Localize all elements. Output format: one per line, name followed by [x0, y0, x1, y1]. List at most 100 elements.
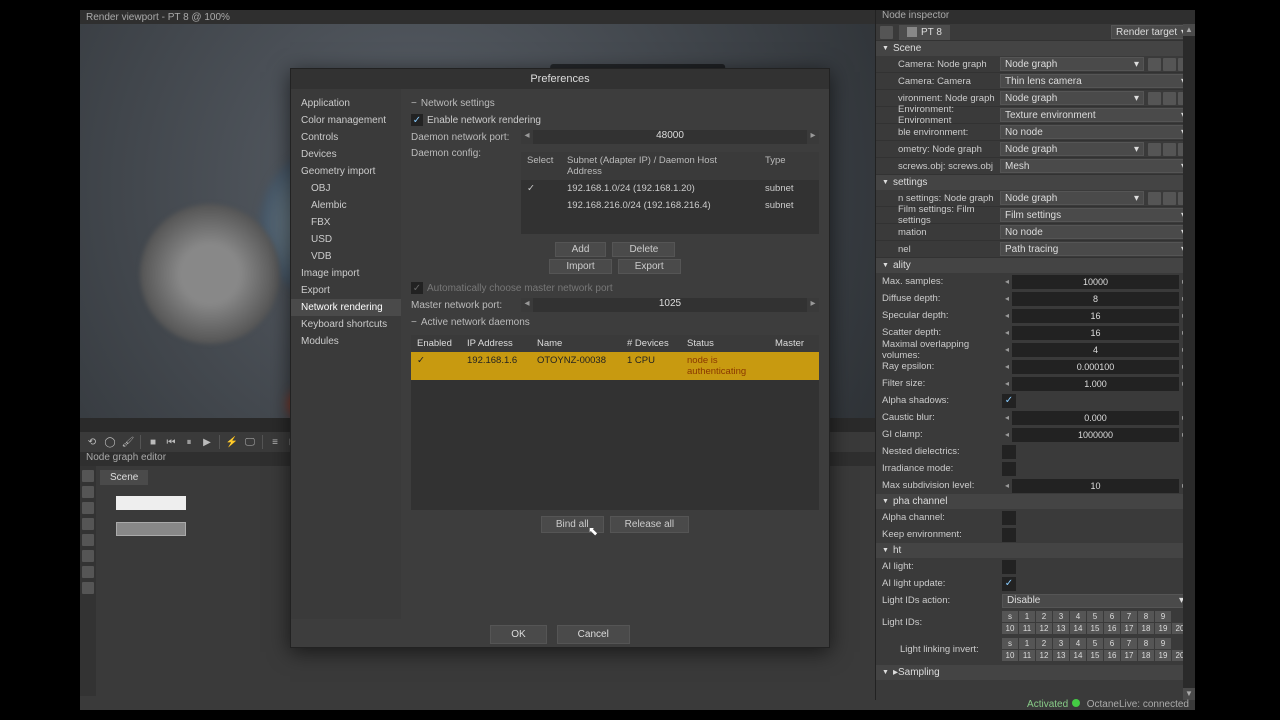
light-id-cell[interactable]: 18 — [1138, 650, 1154, 661]
tool-icon[interactable] — [82, 534, 94, 546]
light-id-cell[interactable]: 19 — [1155, 623, 1171, 634]
light-id-cell[interactable]: 10 — [1002, 623, 1018, 634]
sampling-section[interactable]: ▸ Sampling — [876, 665, 1195, 680]
prop-dropdown[interactable]: Film settings▾ — [1000, 208, 1191, 222]
settings-section[interactable]: settings — [876, 175, 1195, 190]
prop-dropdown[interactable]: Mesh▾ — [1000, 159, 1191, 173]
prop-dropdown[interactable]: Node graph▾ — [1000, 91, 1144, 105]
nav-obj[interactable]: OBJ — [291, 180, 401, 197]
alpha-section[interactable]: pha channel — [876, 494, 1195, 509]
light-id-cell[interactable]: 14 — [1070, 623, 1086, 634]
prop-dropdown[interactable]: Texture environment▾ — [1000, 108, 1191, 122]
pt-tab[interactable]: PT 8 — [899, 25, 950, 40]
bind-all-button[interactable]: Bind all — [541, 516, 604, 533]
stop-icon[interactable]: ■ — [145, 434, 161, 450]
light-id-cell[interactable]: 13 — [1053, 623, 1069, 634]
light-section[interactable]: ht — [876, 543, 1195, 558]
bolt-icon[interactable]: ⚡ — [224, 434, 240, 450]
light-id-cell[interactable]: 13 — [1053, 650, 1069, 661]
slider[interactable]: ◂10▸ — [1002, 479, 1189, 493]
expand-icon[interactable] — [1163, 143, 1176, 156]
slider[interactable]: ◂8▸ — [1002, 292, 1189, 306]
light-id-cell[interactable]: 18 — [1138, 623, 1154, 634]
release-all-button[interactable]: Release all — [610, 516, 689, 533]
light-id-cell[interactable]: 12 — [1036, 623, 1052, 634]
pin-icon[interactable] — [880, 26, 893, 39]
monitor-icon[interactable]: 🖵 — [242, 434, 258, 450]
tool-icon[interactable] — [82, 470, 94, 482]
light-id-cell[interactable]: 11 — [1019, 623, 1035, 634]
expand-icon[interactable] — [1163, 92, 1176, 105]
checkbox[interactable] — [1002, 445, 1016, 459]
nav-controls[interactable]: Controls — [291, 129, 401, 146]
light-id-cell[interactable]: 8 — [1138, 611, 1154, 622]
light-id-cell[interactable]: 9 — [1155, 611, 1171, 622]
layers-icon[interactable]: ≡ — [267, 434, 283, 450]
light-id-cell[interactable]: 1 — [1019, 611, 1035, 622]
slider[interactable]: ◂10000▸ — [1002, 275, 1189, 289]
prop-dropdown[interactable]: Thin lens camera▾ — [1000, 74, 1191, 88]
slider[interactable]: ◂1000000▸ — [1002, 428, 1189, 442]
node-icon[interactable] — [1148, 143, 1161, 156]
slider[interactable]: ◂0.000100▸ — [1002, 360, 1189, 374]
node-block[interactable] — [116, 522, 186, 536]
nav-modules[interactable]: Modules — [291, 333, 401, 350]
prop-dropdown[interactable]: Node graph▾ — [1000, 57, 1144, 71]
daemon-port-field[interactable]: ◂48000▸ — [521, 130, 819, 144]
export-button[interactable]: Export — [618, 259, 681, 274]
nav-application[interactable]: Application — [291, 95, 401, 112]
delete-button[interactable]: Delete — [612, 242, 675, 257]
node-icon[interactable] — [1148, 92, 1161, 105]
enable-network-checkbox[interactable]: ✓ — [411, 114, 423, 126]
inspector-scrollbar[interactable]: ▲ ▼ — [1183, 24, 1195, 700]
slider[interactable]: ◂16▸ — [1002, 326, 1189, 340]
tool-icon[interactable] — [82, 518, 94, 530]
expand-icon[interactable] — [1163, 192, 1176, 205]
light-id-cell[interactable]: 14 — [1070, 650, 1086, 661]
light-id-cell[interactable]: 19 — [1155, 650, 1171, 661]
add-button[interactable]: Add — [555, 242, 607, 257]
tool-icon[interactable] — [82, 582, 94, 594]
light-id-cell[interactable]: 3 — [1053, 638, 1069, 649]
light-id-cell[interactable]: 17 — [1121, 650, 1137, 661]
prop-dropdown[interactable]: No node▾ — [1000, 125, 1191, 139]
checkbox[interactable]: ✓ — [1002, 394, 1016, 408]
light-id-cell[interactable]: 17 — [1121, 623, 1137, 634]
light-id-cell[interactable]: 8 — [1138, 638, 1154, 649]
light-id-cell[interactable]: 15 — [1087, 650, 1103, 661]
light-id-cell[interactable]: s — [1002, 611, 1018, 622]
reset-icon[interactable]: ⟲ — [84, 434, 100, 450]
nav-usd[interactable]: USD — [291, 231, 401, 248]
nav-keyboard-shortcuts[interactable]: Keyboard shortcuts — [291, 316, 401, 333]
nav-image-import[interactable]: Image import — [291, 265, 401, 282]
node-block[interactable] — [116, 496, 186, 510]
checkbox[interactable] — [1002, 462, 1016, 476]
light-id-cell[interactable]: 2 — [1036, 638, 1052, 649]
checkbox[interactable] — [1002, 560, 1016, 574]
import-button[interactable]: Import — [549, 259, 611, 274]
light-id-cell[interactable]: 15 — [1087, 623, 1103, 634]
prop-dropdown[interactable]: Node graph▾ — [1000, 191, 1144, 205]
ok-button[interactable]: OK — [490, 625, 546, 644]
light-id-cell[interactable]: 7 — [1121, 638, 1137, 649]
picker-icon[interactable]: 🖌 — [120, 434, 136, 450]
node-icon[interactable] — [1148, 58, 1161, 71]
tool-icon[interactable] — [82, 502, 94, 514]
active-daemon-row[interactable]: ✓ 192.168.1.6 OTOYNZ-00038 1 CPU node is… — [411, 352, 819, 380]
light-id-cell[interactable]: 16 — [1104, 650, 1120, 661]
checkbox[interactable] — [1002, 528, 1016, 542]
light-id-cell[interactable]: 5 — [1087, 611, 1103, 622]
network-settings-group[interactable]: Network settings — [411, 95, 819, 112]
slider[interactable]: ◂0.000▸ — [1002, 411, 1189, 425]
light-id-cell[interactable]: 5 — [1087, 638, 1103, 649]
light-id-cell[interactable]: 4 — [1070, 638, 1086, 649]
checkbox[interactable] — [1002, 511, 1016, 525]
light-action-dropdown[interactable]: Disable▾ — [1002, 594, 1189, 608]
daemon-row[interactable]: 192.168.216.0/24 (192.168.216.4) subnet — [521, 197, 819, 214]
light-id-cell[interactable]: 1 — [1019, 638, 1035, 649]
daemon-row[interactable]: ✓ 192.168.1.0/24 (192.168.1.20) subnet — [521, 180, 819, 197]
prop-dropdown[interactable]: No node▾ — [1000, 225, 1191, 239]
quality-section[interactable]: ality — [876, 258, 1195, 273]
light-id-cell[interactable]: 2 — [1036, 611, 1052, 622]
light-id-cell[interactable]: 11 — [1019, 650, 1035, 661]
